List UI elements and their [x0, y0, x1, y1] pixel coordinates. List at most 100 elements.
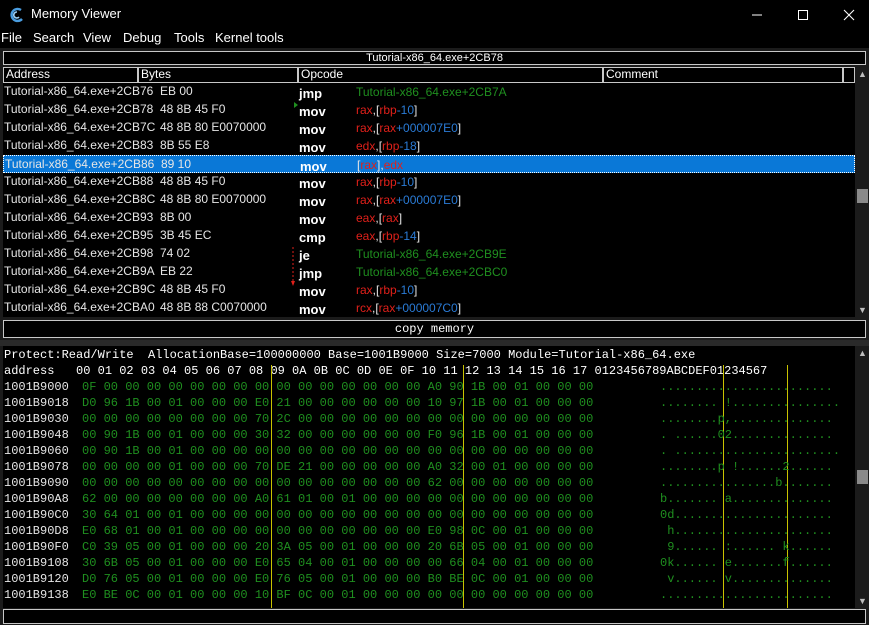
hex-bytes[interactable]: 00 00 00 00 01 00 00 00 70 DE 21 00 00 0…: [82, 460, 593, 474]
menu-file[interactable]: File: [1, 30, 22, 46]
instruction-operands: eax,[rbp-14]: [356, 229, 420, 243]
disassembly-row-selected[interactable]: Tutorial-x86_64.exe+2CB86 89 10 mov [rax],e…: [3, 155, 855, 174]
column-header-comment[interactable]: Comment: [603, 67, 843, 83]
hex-row[interactable]: 1001B90A8 62 00 00 00 00 00 00 00 A0 61 0…: [3, 492, 855, 508]
instruction-bytes: EB 00: [160, 84, 193, 98]
hex-ascii[interactable]: v...... v..............: [660, 572, 833, 586]
hex-ascii[interactable]: ........................: [660, 588, 833, 602]
menu-view[interactable]: View: [83, 30, 111, 46]
disassembler-view[interactable]: Tutorial-x86_64.exe+2CB76 EB 00 jmp Tutoria…: [3, 83, 855, 317]
hex-ascii[interactable]: . ......02..............: [660, 428, 833, 442]
hex-bytes[interactable]: 30 6B 05 00 01 00 00 00 E0 65 04 00 01 0…: [82, 556, 593, 570]
hex-bytes[interactable]: 00 90 1B 00 01 00 00 00 00 00 00 00 00 0…: [82, 444, 593, 458]
disassembly-row[interactable]: Tutorial-x86_64.exe+2CB88 48 8B 45 F0 mov r…: [3, 173, 855, 191]
disassembly-row[interactable]: Tutorial-x86_64.exe+2CB8C 48 8B 80 E00700…: [3, 191, 855, 209]
hex-row[interactable]: 1001B9138 E0 BE 0C 00 01 00 00 00 10 BF 0…: [3, 588, 855, 604]
hex-ascii[interactable]: ........p !......2......: [660, 460, 833, 474]
hex-ascii[interactable]: . .......................: [660, 444, 840, 458]
disassembly-row[interactable]: Tutorial-x86_64.exe+2CB98 74 02 je Tutorial…: [3, 245, 855, 263]
hex-row[interactable]: 1001B9018 D0 96 1B 00 01 00 00 00 E0 21 0…: [3, 396, 855, 412]
scroll-up-icon[interactable]: ▲: [856, 347, 869, 359]
hex-row[interactable]: 1001B9060 00 90 1B 00 01 00 00 00 00 00 0…: [3, 444, 855, 460]
close-button[interactable]: [826, 0, 869, 30]
hex-ascii[interactable]: 0k...... e.......f......: [660, 556, 833, 570]
disassembly-row[interactable]: Tutorial-x86_64.exe+2CB9C 48 8B 45 F0 mov r…: [3, 281, 855, 299]
operand-token: rax: [356, 193, 373, 207]
hex-bytes[interactable]: 30 64 01 00 01 00 00 00 00 00 00 00 00 0…: [82, 508, 593, 522]
hex-bytes[interactable]: C0 39 05 00 01 00 00 00 20 3A 05 00 01 0…: [82, 540, 593, 554]
instruction-bytes: 48 8B 45 F0: [160, 282, 226, 296]
instruction-opcode: jmp: [299, 86, 323, 101]
column-header-opcode[interactable]: Opcode: [298, 67, 603, 83]
operand-token: ]: [414, 175, 418, 189]
disassembly-row[interactable]: Tutorial-x86_64.exe+2CBA0 48 8B 88 C00700…: [3, 299, 855, 317]
minimize-button[interactable]: [734, 0, 780, 30]
hex-ascii[interactable]: b....... a..............: [660, 492, 833, 506]
column-header-address[interactable]: Address: [3, 67, 138, 83]
maximize-button[interactable]: [780, 0, 826, 30]
hex-bytes[interactable]: 00 00 00 00 00 00 00 00 00 00 00 00 00 0…: [82, 476, 593, 490]
hex-bytes[interactable]: 62 00 00 00 00 00 00 00 A0 61 01 00 01 0…: [82, 492, 593, 506]
hex-row[interactable]: 1001B90D8 E0 68 01 00 01 00 00 00 00 00 0…: [3, 524, 855, 540]
operand-token: ]: [416, 139, 421, 153]
menu-tools[interactable]: Tools: [174, 30, 204, 46]
hex-row[interactable]: 1001B9120 D0 76 05 00 01 00 00 00 E0 76 0…: [3, 572, 855, 588]
disassembly-row[interactable]: Tutorial-x86_64.exe+2CB76 EB 00 jmp Tutoria…: [3, 83, 855, 101]
instruction-operands: rax,[rbp-10]: [356, 283, 417, 297]
menu-debug[interactable]: Debug: [123, 30, 161, 46]
instruction-bytes: 48 8B 80 E0070000: [160, 192, 267, 206]
disassembly-row[interactable]: Tutorial-x86_64.exe+2CB9A EB 22 jmp Tutoria…: [3, 263, 855, 281]
copy-memory-button[interactable]: copy memory: [3, 320, 866, 338]
hex-bytes[interactable]: D0 76 05 00 01 00 00 00 E0 76 05 00 01 0…: [82, 572, 593, 586]
operand-token: Tutorial-x86_64.exe+2CB9E: [356, 247, 507, 261]
hex-row[interactable]: 1001B9000 0F 00 00 00 00 00 00 00 00 00 0…: [3, 380, 855, 396]
instruction-bytes: 48 8B 88 C0070000: [160, 300, 267, 314]
hex-scrollbar[interactable]: ▲ ▼: [856, 346, 869, 608]
hex-row[interactable]: 1001B9048 00 90 1B 00 01 00 00 00 30 32 0…: [3, 428, 855, 444]
disassembly-row[interactable]: Tutorial-x86_64.exe+2CB93 8B 00 mov eax,[ra…: [3, 209, 855, 227]
column-header-bytes[interactable]: Bytes: [138, 67, 298, 83]
instruction-opcode: jmp: [299, 266, 323, 281]
hex-ascii[interactable]: h......................: [660, 524, 833, 538]
instruction-address: Tutorial-x86_64.exe+2CB83: [4, 138, 154, 152]
hex-row[interactable]: 1001B9030 00 00 00 00 00 00 00 00 70 2C 0…: [3, 412, 855, 428]
scroll-thumb[interactable]: [857, 470, 868, 484]
hex-row[interactable]: 1001B90C0 30 64 01 00 01 00 00 00 00 00 0…: [3, 508, 855, 524]
hex-row[interactable]: 1001B9090 00 00 00 00 00 00 00 00 00 00 0…: [3, 476, 855, 492]
scroll-down-icon[interactable]: ▼: [856, 304, 869, 316]
hex-row[interactable]: 1001B9108 30 6B 05 00 01 00 00 00 E0 65 0…: [3, 556, 855, 572]
instruction-operands: Tutorial-x86_64.exe+2CBC0: [356, 265, 507, 279]
hex-address: 1001B90A8: [4, 492, 69, 506]
instruction-bytes: 3B 45 EC: [160, 228, 212, 242]
scroll-down-icon[interactable]: ▼: [856, 595, 869, 607]
hex-ascii[interactable]: ........................: [660, 380, 833, 394]
disassembly-row[interactable]: Tutorial-x86_64.exe+2CB83 8B 55 E8 mov edx,…: [3, 137, 855, 155]
disassembly-row[interactable]: Tutorial-x86_64.exe+2CB7C 48 8B 80 E00700…: [3, 119, 855, 137]
hex-bytes[interactable]: E0 68 01 00 01 00 00 00 00 00 00 00 00 0…: [82, 524, 593, 538]
disassembly-row[interactable]: Tutorial-x86_64.exe+2CB95 3B 45 EC cmp eax,…: [3, 227, 855, 245]
minimize-icon: [752, 14, 762, 16]
hex-view[interactable]: Protect:Read/Write AllocationBase=100000…: [3, 346, 855, 608]
disassembler-scrollbar[interactable]: ▲ ▼: [856, 67, 869, 317]
hex-bytes[interactable]: D0 96 1B 00 01 00 00 00 E0 21 00 00 00 0…: [82, 396, 593, 410]
hex-bytes[interactable]: 0F 00 00 00 00 00 00 00 00 00 00 00 00 0…: [82, 380, 593, 394]
hex-row[interactable]: 1001B9078 00 00 00 00 01 00 00 00 70 DE 2…: [3, 460, 855, 476]
hex-bytes[interactable]: 00 00 00 00 00 00 00 00 70 2C 00 00 00 0…: [82, 412, 593, 426]
hex-ascii[interactable]: ........p,..............: [660, 412, 833, 426]
instruction-address: Tutorial-x86_64.exe+2CB8C: [4, 192, 156, 206]
menu-kernel-tools[interactable]: Kernel tools: [215, 30, 284, 46]
hex-row[interactable]: 1001B90F0 C0 39 05 00 01 00 00 00 20 3A 0…: [3, 540, 855, 556]
operand-token: rbp: [379, 103, 397, 117]
hex-bytes[interactable]: E0 BE 0C 00 01 00 00 00 10 BF 0C 00 01 0…: [82, 588, 593, 602]
disassembler-address-bar[interactable]: Tutorial-x86_64.exe+2CB78: [3, 51, 866, 65]
hex-ascii[interactable]: 9...... :...... k......: [660, 540, 833, 554]
hex-ascii[interactable]: 0d......................: [660, 508, 833, 522]
title-bar: Memory Viewer: [0, 0, 869, 30]
menu-search[interactable]: Search: [33, 30, 74, 46]
hex-bytes[interactable]: 00 90 1B 00 01 00 00 00 30 32 00 00 00 0…: [82, 428, 593, 442]
hex-ascii[interactable]: ................b.......: [660, 476, 833, 490]
scroll-up-icon[interactable]: ▲: [856, 68, 869, 80]
hex-ascii[interactable]: ........ !...............: [660, 396, 840, 410]
scroll-thumb[interactable]: [857, 189, 868, 203]
disassembly-row[interactable]: Tutorial-x86_64.exe+2CB78 48 8B 45 F0 mov r…: [3, 101, 855, 119]
